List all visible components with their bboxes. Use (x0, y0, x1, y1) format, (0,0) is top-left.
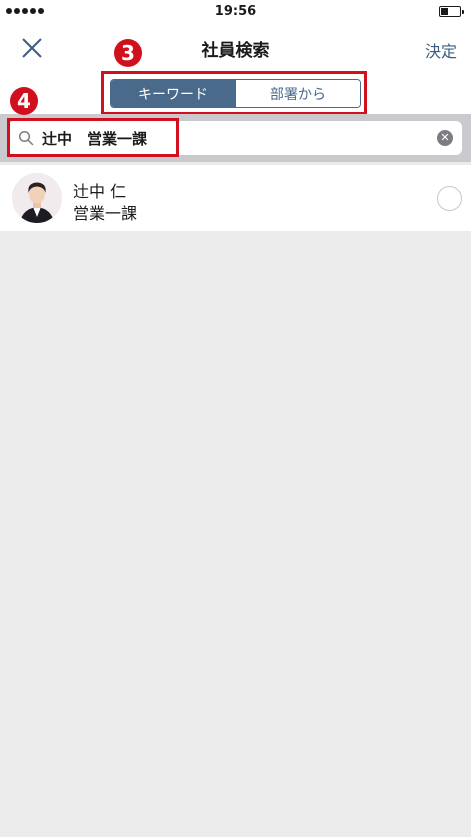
annotation-number-4: 4 (10, 87, 38, 115)
clear-search-icon[interactable]: ✕ (437, 130, 453, 146)
navigation-bar: 社員検索 決定 (0, 24, 471, 72)
annotation-box-segment (101, 71, 367, 115)
status-time: 19:56 (214, 4, 257, 19)
list-item[interactable] (0, 165, 471, 231)
annotation-box-search (7, 118, 179, 157)
done-button[interactable]: 決定 (425, 38, 457, 62)
employee-department: 営業一課 (73, 204, 138, 223)
employee-name: 辻中 仁 (73, 182, 127, 201)
annotation-number-3: 3 (114, 39, 142, 67)
page-title: 社員検索 (201, 41, 270, 61)
avatar (12, 173, 62, 223)
select-radio[interactable] (437, 186, 462, 211)
battery-icon (439, 6, 464, 17)
status-bar: 19:56 (0, 0, 471, 24)
